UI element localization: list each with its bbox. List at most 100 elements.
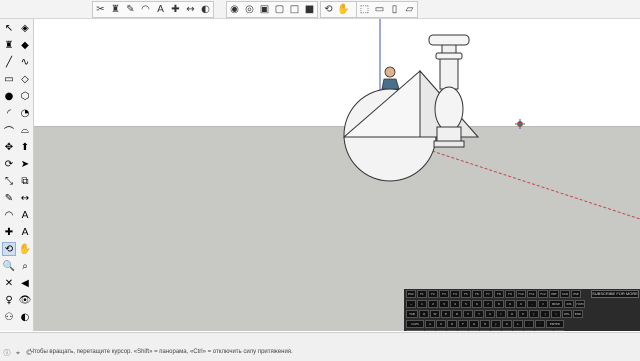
three-point-arc-tool[interactable]: ⌒ — [2, 123, 16, 138]
toolbar-group-views: ◉ ◎ ▣ ▢ □ ■ — [226, 1, 318, 18]
tool-palette: ↖ ◈ ♜ ◆ ╱ ∿ ▭ ◇ ● ⬡ ◜ ◔ ⌒ ⌓ ✥ ⬆ ⟳ ➤ ⤡ ⧉ ✎ ↔ ◠ A ✚ A ⟲ ✋ 🔍 ⌕ ✕ ◀ ♀ 👁 ⚇ ◐ — [0, 19, 34, 331]
key-esc: ESC — [406, 290, 416, 298]
look-around-tool[interactable]: 👁 — [18, 293, 32, 307]
scale-figure — [381, 66, 400, 90]
key-g: G — [469, 320, 479, 328]
geo-location-icon[interactable]: ⌖ — [14, 349, 22, 357]
key--: ] — [540, 310, 550, 318]
zoom-extents-tool[interactable]: ✕ — [2, 276, 16, 290]
iso-view-icon[interactable]: ⬚ — [357, 2, 372, 17]
key--: = — [538, 300, 548, 308]
key--: ↑ — [554, 330, 564, 331]
xray-icon[interactable]: ◎ — [242, 2, 257, 17]
eraser-tool[interactable]: ◆ — [18, 38, 32, 52]
rectangle-tool[interactable]: ▭ — [2, 72, 16, 86]
info-icon[interactable]: ⓘ — [3, 349, 11, 357]
key-7: 7 — [483, 300, 493, 308]
key-f2: F2 — [428, 290, 438, 298]
key-scr: SCR — [560, 290, 570, 298]
rotated-rectangle-tool[interactable]: ◇ — [18, 72, 32, 86]
toolbar-group-standard: ✂ ♜ ✎ ◠ A ✚ ↔ ◐ — [92, 1, 214, 18]
cut-icon[interactable]: ✂ — [93, 2, 108, 17]
orbit-icon[interactable]: ⟲ — [321, 2, 336, 17]
back-edges-icon[interactable]: ▣ — [257, 2, 272, 17]
key-m: M — [491, 330, 501, 331]
line-tool[interactable]: ╱ — [2, 55, 16, 69]
zoom-tool[interactable]: 🔍 — [2, 259, 16, 273]
position-camera-tool[interactable]: ♀ — [2, 293, 16, 307]
wireframe-icon[interactable]: ▢ — [272, 2, 287, 17]
key-j: J — [491, 320, 501, 328]
offset-tool[interactable]: ⧉ — [18, 174, 32, 188]
paint-bucket-icon[interactable]: ♜ — [108, 2, 123, 17]
axes-tool[interactable]: ✚ — [2, 225, 16, 239]
axes-icon[interactable]: ✚ — [168, 2, 183, 17]
shaded-icon[interactable]: ■ — [302, 2, 317, 17]
key--: . — [513, 330, 523, 331]
key-f4: F4 — [450, 290, 460, 298]
push-pull-tool[interactable]: ⬆ — [18, 140, 32, 154]
key--: [ — [529, 310, 539, 318]
text-tool[interactable]: A — [18, 208, 32, 222]
key-f10: F10 — [516, 290, 526, 298]
status-bar: ⓘ ⌖ © Чтобы вращать, перетащите курсор. «S… — [0, 332, 640, 361]
key--: , — [502, 330, 512, 331]
key-q: Q — [419, 310, 429, 318]
main-toolbar: ✂♜✎◠A✚↔◐ ◉◎▣▢□■ ⟲✋⌕⊡⤢◀ ⬚▭▯▱ — [0, 0, 640, 19]
zoom-window-tool[interactable]: ⌕ — [18, 259, 32, 273]
top-view-icon[interactable]: ▭ — [372, 2, 387, 17]
tape-measure-icon[interactable]: ✎ — [123, 2, 138, 17]
key-b: B — [469, 330, 479, 331]
key-f9: F9 — [505, 290, 515, 298]
protractor-icon[interactable]: ◠ — [138, 2, 153, 17]
key-prt: PRT — [549, 290, 559, 298]
key-c: C — [447, 330, 457, 331]
section-plane-icon[interactable]: ◐ — [198, 2, 213, 17]
previous-tool[interactable]: ◀ — [18, 276, 32, 290]
dimension-tool[interactable]: ↔ — [18, 191, 32, 205]
section-plane-tool[interactable]: ◐ — [18, 310, 32, 324]
key-f7: F7 — [483, 290, 493, 298]
pie-tool[interactable]: ◔ — [18, 106, 32, 120]
text-icon[interactable]: A — [153, 2, 168, 17]
front-view-icon[interactable]: ▯ — [387, 2, 402, 17]
key-9: 9 — [505, 300, 515, 308]
arc-tool[interactable]: ◜ — [2, 106, 16, 120]
key-f6: F6 — [472, 290, 482, 298]
key-s: S — [436, 320, 446, 328]
right-view-icon[interactable]: ▱ — [402, 2, 417, 17]
key-3: 3 — [439, 300, 449, 308]
drawing-viewport[interactable]: SUBSCRIBE FOR MORE ESC F1 F2 F3 F4 F5 F6 F7 F8 F9… — [34, 19, 640, 331]
key--: \ — [551, 310, 561, 318]
component-tool[interactable]: ◈ — [18, 21, 32, 35]
move-tool[interactable]: ✥ — [2, 140, 16, 154]
scale-tool[interactable]: ⤡ — [2, 174, 16, 188]
pan-icon[interactable]: ✋ — [336, 2, 351, 17]
tape-measure-tool[interactable]: ✎ — [2, 191, 16, 205]
polygon-tool[interactable]: ⬡ — [18, 89, 32, 103]
styles-icon[interactable]: ◉ — [227, 2, 242, 17]
follow-me-tool[interactable]: ➤ — [18, 157, 32, 171]
walk-tool[interactable]: ⚇ — [2, 310, 16, 324]
circle-tool[interactable]: ● — [2, 89, 16, 103]
key-hom: HOM — [575, 300, 585, 308]
two-point-arc-tool[interactable]: ⌓ — [18, 123, 32, 137]
protractor-tool[interactable]: ◠ — [2, 208, 16, 222]
hidden-line-icon[interactable]: □ — [287, 2, 302, 17]
paint-bucket-tool[interactable]: ♜ — [2, 38, 16, 52]
rotate-tool[interactable]: ⟳ — [2, 157, 16, 171]
select-tool[interactable]: ↖ — [2, 21, 16, 35]
key-caps-lock: CAPS LOCK — [406, 320, 424, 328]
key-f12: F12 — [538, 290, 548, 298]
key-pse: PSE — [571, 290, 581, 298]
key-1: 1 — [417, 300, 427, 308]
key-shift: SHIFT — [535, 330, 553, 331]
key-6: 6 — [472, 300, 482, 308]
freehand-tool[interactable]: ∿ — [18, 55, 32, 69]
3d-text-tool[interactable]: A — [18, 225, 32, 239]
key-8: 8 — [494, 300, 504, 308]
key-w: W — [430, 310, 440, 318]
orbit-tool[interactable]: ⟲ — [2, 242, 16, 256]
dimension-icon[interactable]: ↔ — [183, 2, 198, 17]
pan-tool[interactable]: ✋ — [18, 242, 32, 256]
